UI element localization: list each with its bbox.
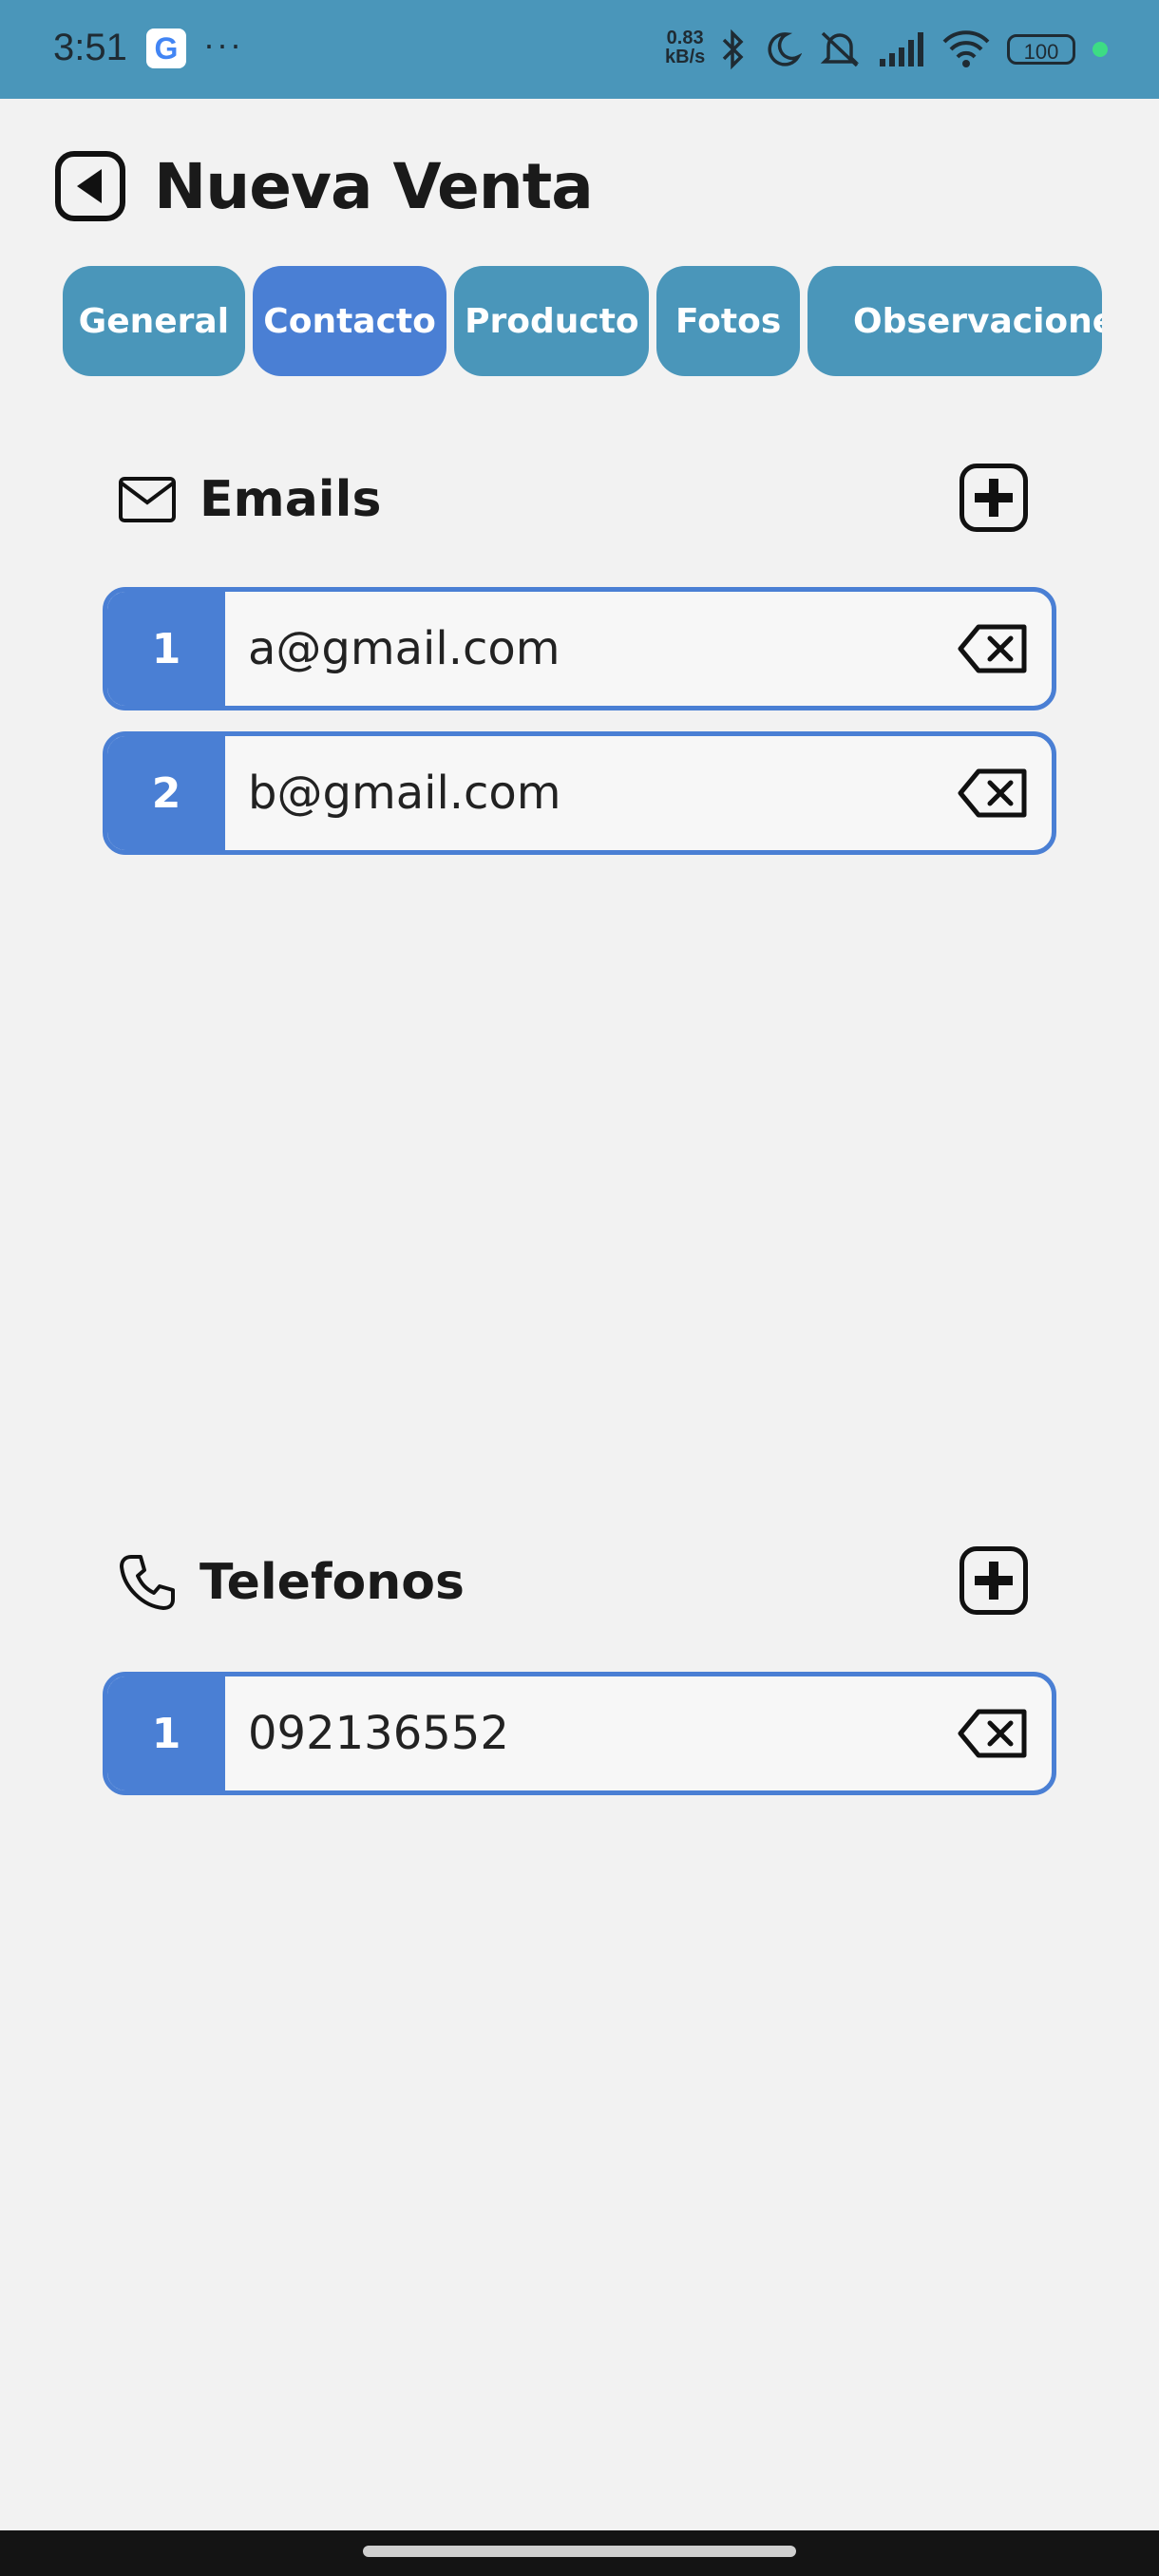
tab-bar[interactable]: General Contacto Producto Fotos Observac…: [63, 266, 1102, 376]
plus-icon: [975, 479, 1013, 517]
bluetooth-icon: [722, 28, 744, 70]
add-phone-button[interactable]: [960, 1546, 1028, 1615]
back-arrow-icon: [77, 169, 102, 203]
entry-index: 1: [107, 592, 225, 706]
phone-icon: [116, 1551, 179, 1614]
network-speed: 0.83 kB/s: [665, 28, 705, 66]
tab-fotos[interactable]: Fotos: [656, 266, 801, 376]
tab-contacto[interactable]: Contacto: [252, 266, 447, 376]
network-speed-unit: kB/s: [665, 47, 706, 67]
delete-email-button[interactable]: [955, 765, 1031, 822]
tab-label: Fotos: [675, 301, 782, 341]
wifi-icon: [942, 30, 990, 67]
email-entry[interactable]: 2 b@gmail.com: [103, 731, 1056, 855]
email-entry[interactable]: 1 a@gmail.com: [103, 587, 1056, 710]
tab-general[interactable]: General: [63, 266, 245, 376]
entry-index: 1: [107, 1676, 225, 1790]
network-speed-value: 0.83: [666, 28, 704, 48]
mail-icon: [116, 468, 179, 531]
phone-entry[interactable]: 1 092136552: [103, 1672, 1056, 1795]
phones-section-header: Telefonos: [116, 1544, 1028, 1620]
tab-label: Observaciones: [853, 301, 1102, 341]
tab-producto[interactable]: Producto: [454, 266, 650, 376]
plus-icon: [975, 1562, 1013, 1600]
backspace-icon: [958, 1709, 1027, 1758]
signal-icon: [880, 32, 923, 66]
tab-label: Producto: [465, 301, 639, 341]
backspace-icon: [958, 624, 1027, 673]
status-bar: 3:51 G ··· 0.83 kB/s 100: [0, 0, 1159, 99]
navigation-bar: [0, 2530, 1159, 2576]
battery-icon: 100: [1007, 34, 1075, 65]
more-notifications-icon: ···: [203, 25, 243, 64]
emails-section-header: Emails: [116, 462, 1028, 538]
mute-icon: [820, 31, 860, 67]
email-value[interactable]: a@gmail.com: [225, 622, 955, 675]
google-icon: G: [146, 28, 186, 68]
phone-value[interactable]: 092136552: [225, 1707, 955, 1760]
page-title: Nueva Venta: [154, 149, 594, 223]
delete-email-button[interactable]: [955, 620, 1031, 677]
phones-title: Telefonos: [200, 1554, 465, 1611]
back-button[interactable]: [55, 151, 125, 221]
tab-label: General: [78, 301, 230, 341]
status-icons: 100: [718, 28, 1108, 70]
email-value[interactable]: b@gmail.com: [225, 767, 955, 820]
moon-icon: [768, 32, 802, 66]
privacy-indicator-dot: [1092, 42, 1108, 57]
home-handle[interactable]: [363, 2546, 796, 2557]
page-header: Nueva Venta: [55, 148, 594, 224]
entry-index: 2: [107, 736, 225, 850]
delete-phone-button[interactable]: [955, 1705, 1031, 1762]
status-time: 3:51: [53, 27, 127, 68]
emails-title: Emails: [200, 471, 382, 528]
tab-label: Contacto: [263, 301, 436, 341]
tab-observaciones[interactable]: Observaciones: [808, 266, 1102, 376]
add-email-button[interactable]: [960, 464, 1028, 532]
backspace-icon: [958, 768, 1027, 818]
